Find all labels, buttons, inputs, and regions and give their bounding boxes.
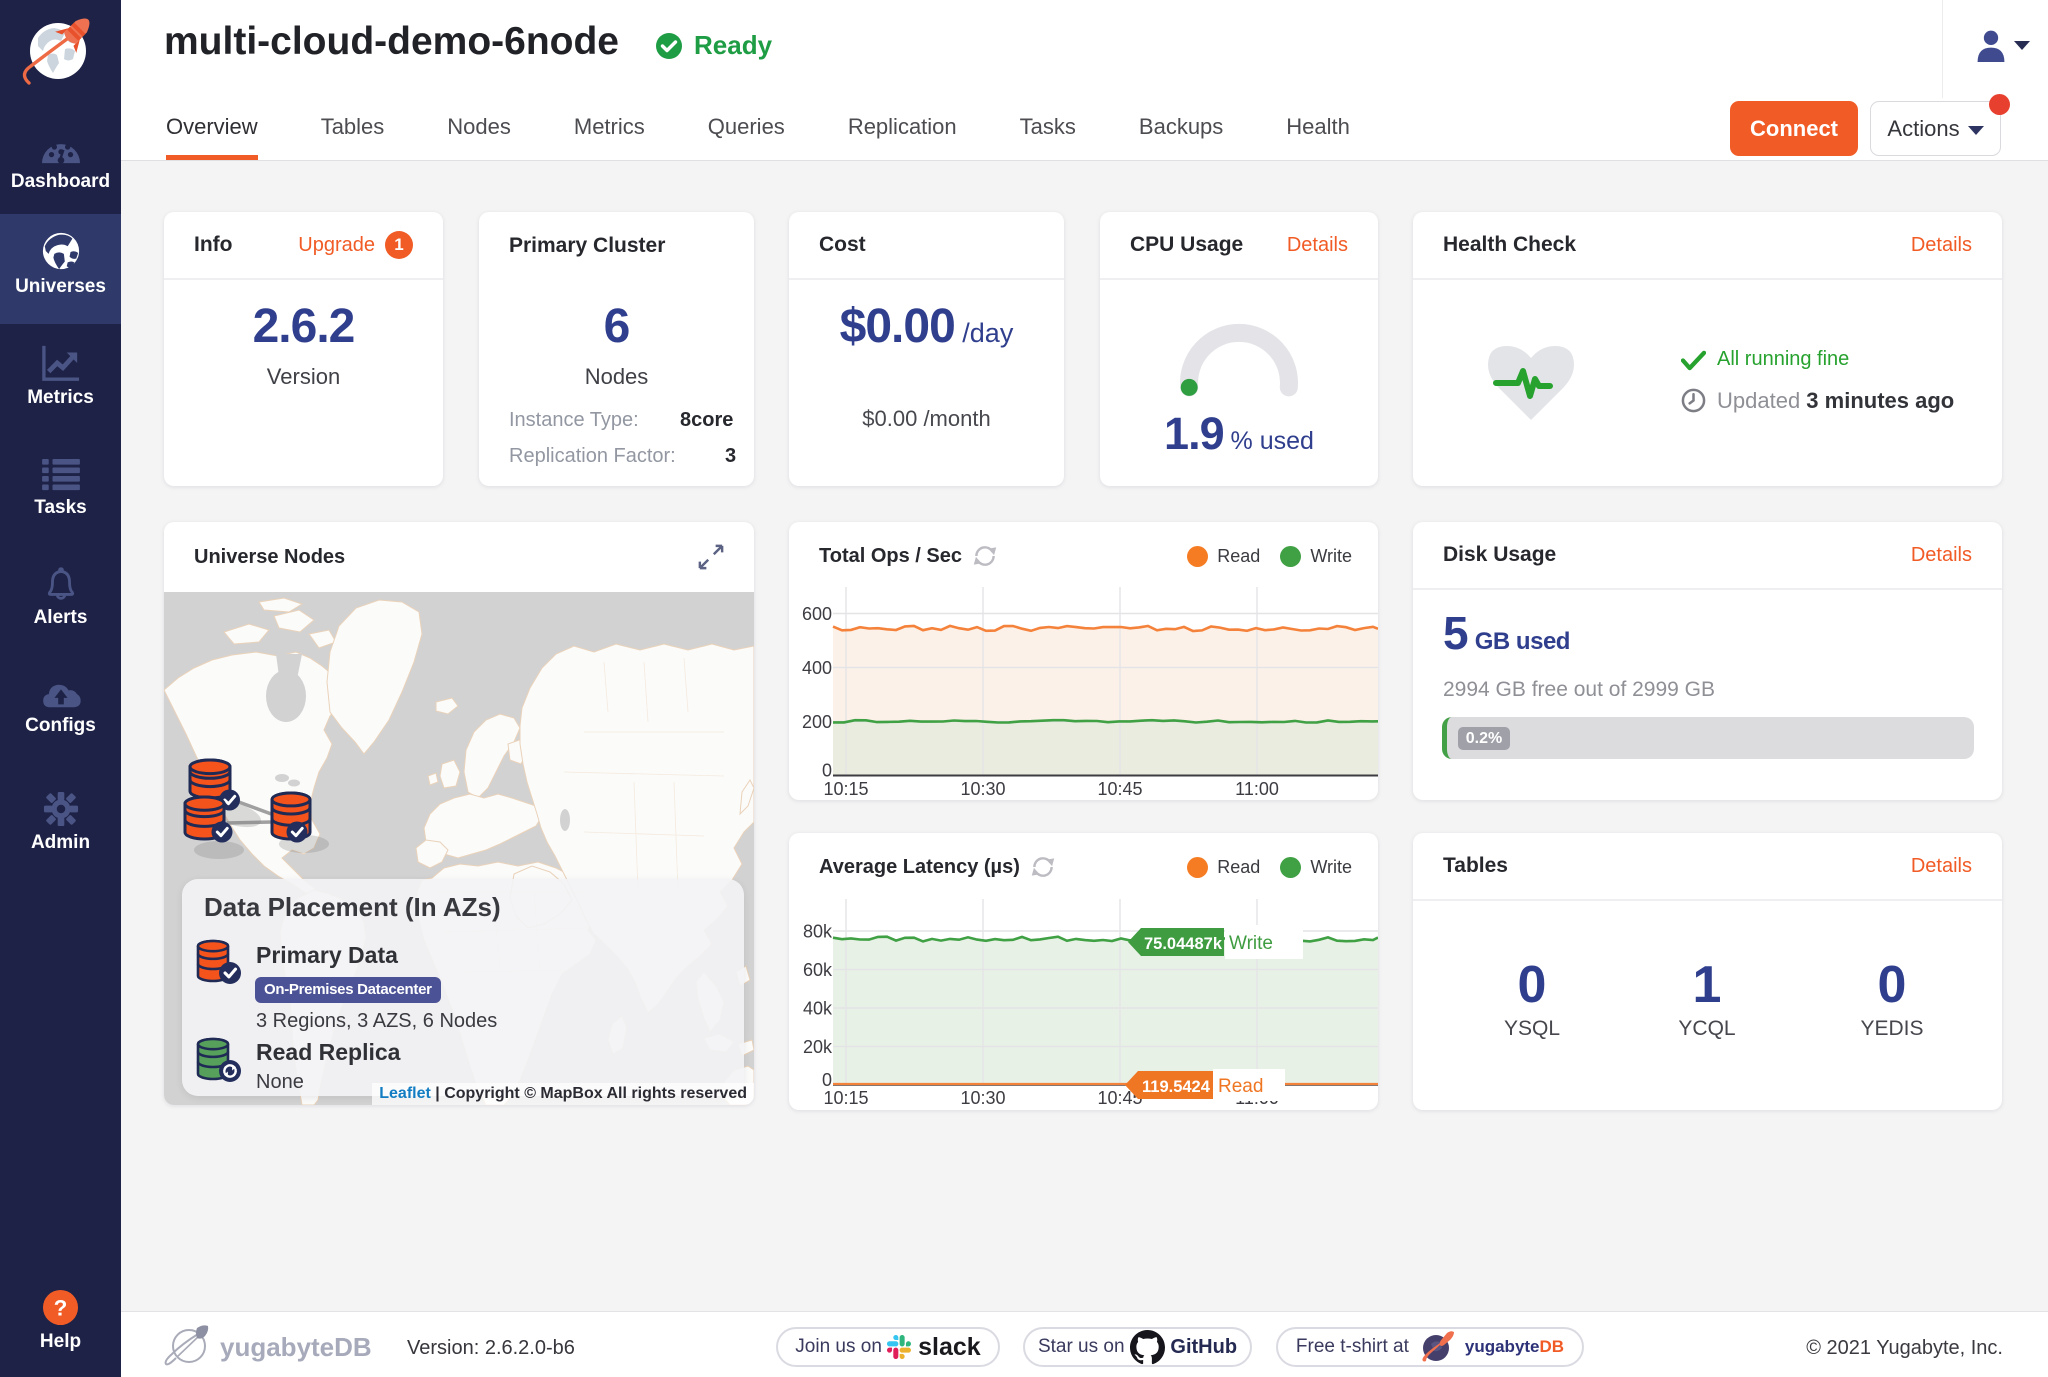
- svg-text:0: 0: [822, 1070, 832, 1090]
- svg-text:0: 0: [822, 761, 832, 781]
- svg-text:200: 200: [802, 712, 832, 732]
- svg-text:20k: 20k: [803, 1037, 833, 1057]
- svg-text:10:15: 10:15: [823, 1088, 868, 1108]
- svg-text:11:00: 11:00: [1235, 779, 1279, 799]
- svg-text:10:15: 10:15: [823, 779, 868, 799]
- svg-text:10:30: 10:30: [960, 1088, 1005, 1108]
- svg-text:Write: Write: [1229, 933, 1273, 954]
- svg-text:40k: 40k: [803, 999, 833, 1019]
- svg-text:10:45: 10:45: [1097, 779, 1142, 799]
- svg-text:80k: 80k: [803, 922, 833, 942]
- svg-text:119.5424: 119.5424: [1142, 1078, 1211, 1096]
- svg-text:Read: Read: [1218, 1076, 1263, 1097]
- svg-text:75.04487k: 75.04487k: [1144, 935, 1223, 953]
- svg-text:600: 600: [802, 604, 832, 624]
- svg-text:60k: 60k: [803, 960, 833, 980]
- svg-text:10:30: 10:30: [960, 779, 1005, 799]
- svg-text:?: ?: [54, 1295, 68, 1320]
- svg-text:400: 400: [802, 658, 832, 678]
